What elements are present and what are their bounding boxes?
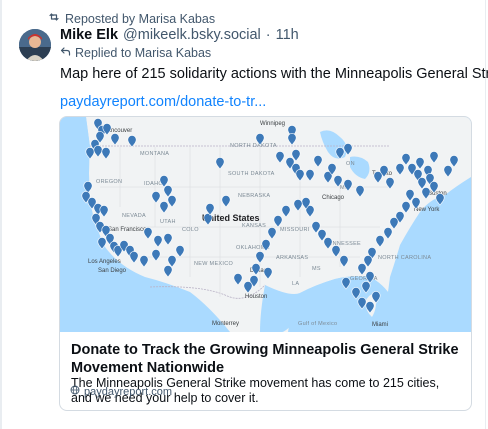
map-city-monterrey: Monterrey — [212, 321, 239, 327]
map-region-north-dakota: NORTH DAKOTA — [230, 143, 277, 149]
reply-indicator[interactable]: Replied to Marisa Kabas — [60, 46, 211, 60]
map-city-new-york: New York — [414, 207, 440, 213]
map-region-utah: UTAH — [160, 219, 176, 225]
map-city-winnipeg: Winnipeg — [260, 121, 285, 127]
map-region-south-dakota: SOUTH DAKOTA — [228, 171, 275, 177]
repost-icon — [48, 11, 60, 26]
card-map-image: VancouverWinnipegChicagoTorontoBostonNew… — [60, 117, 471, 332]
map-region-montana: MONTANA — [140, 151, 169, 157]
map-region-on: ON — [346, 161, 355, 167]
repost-indicator[interactable]: Reposted by Marisa Kabas — [48, 11, 215, 26]
globe-icon — [70, 385, 80, 398]
map-region-new-mexico: NEW MEXICO — [194, 261, 233, 267]
map-city-los-angeles: Los Angeles — [88, 259, 121, 265]
meta-separator: · — [265, 27, 271, 43]
map-city-miami: Miami — [372, 322, 388, 328]
map-region-nevada: NEVADA — [122, 213, 146, 219]
post-timestamp[interactable]: 11h — [276, 27, 299, 43]
author-name[interactable]: Mike Elk — [60, 27, 118, 43]
map-region-ms: MS — [312, 266, 321, 272]
map-region-kansas: KANSAS — [242, 223, 266, 229]
map-region-north-carolina: NORTH CAROLINA — [378, 255, 431, 261]
map-region-colo: COLO — [182, 227, 199, 233]
link-preview-card[interactable]: VancouverWinnipegChicagoTorontoBostonNew… — [59, 116, 472, 411]
map-region-arkansas: ARKANSAS — [276, 255, 308, 261]
map-region-la: LA — [292, 281, 299, 287]
map-region-gulf-of-mexico: Gulf of Mexico — [298, 321, 337, 327]
card-title[interactable]: Donate to Track the Growing Minneapolis … — [71, 341, 461, 377]
post-link[interactable]: paydayreport.com/donate-to-tr... — [60, 94, 266, 110]
map-city-san-francisco: San Francisco — [108, 227, 147, 233]
repost-label: Reposted by Marisa Kabas — [65, 11, 216, 26]
map-region-nebraska: NEBRASKA — [238, 193, 270, 199]
reply-arrow-icon — [60, 46, 71, 60]
map-region-missouri: MISSOURI — [280, 227, 310, 233]
avatar[interactable] — [19, 29, 51, 61]
card-domain: paydayreport.com — [84, 385, 173, 398]
post-author-row: Mike Elk @mikeelk.bsky.social · 11h — [60, 27, 299, 43]
map-city-houston: Houston — [245, 294, 267, 300]
author-handle[interactable]: @mikeelk.bsky.social — [123, 27, 261, 43]
reply-label: Replied to Marisa Kabas — [75, 46, 212, 60]
card-domain-row: paydayreport.com — [70, 385, 172, 398]
map-city-san-diego: San Diego — [98, 268, 127, 274]
map-region-oregon: OREGON — [96, 179, 122, 185]
map-city-chicago: Chicago — [322, 195, 345, 201]
thread-left-border — [0, 0, 2, 429]
post-text: Map here of 215 solidarity actions with … — [60, 66, 488, 82]
